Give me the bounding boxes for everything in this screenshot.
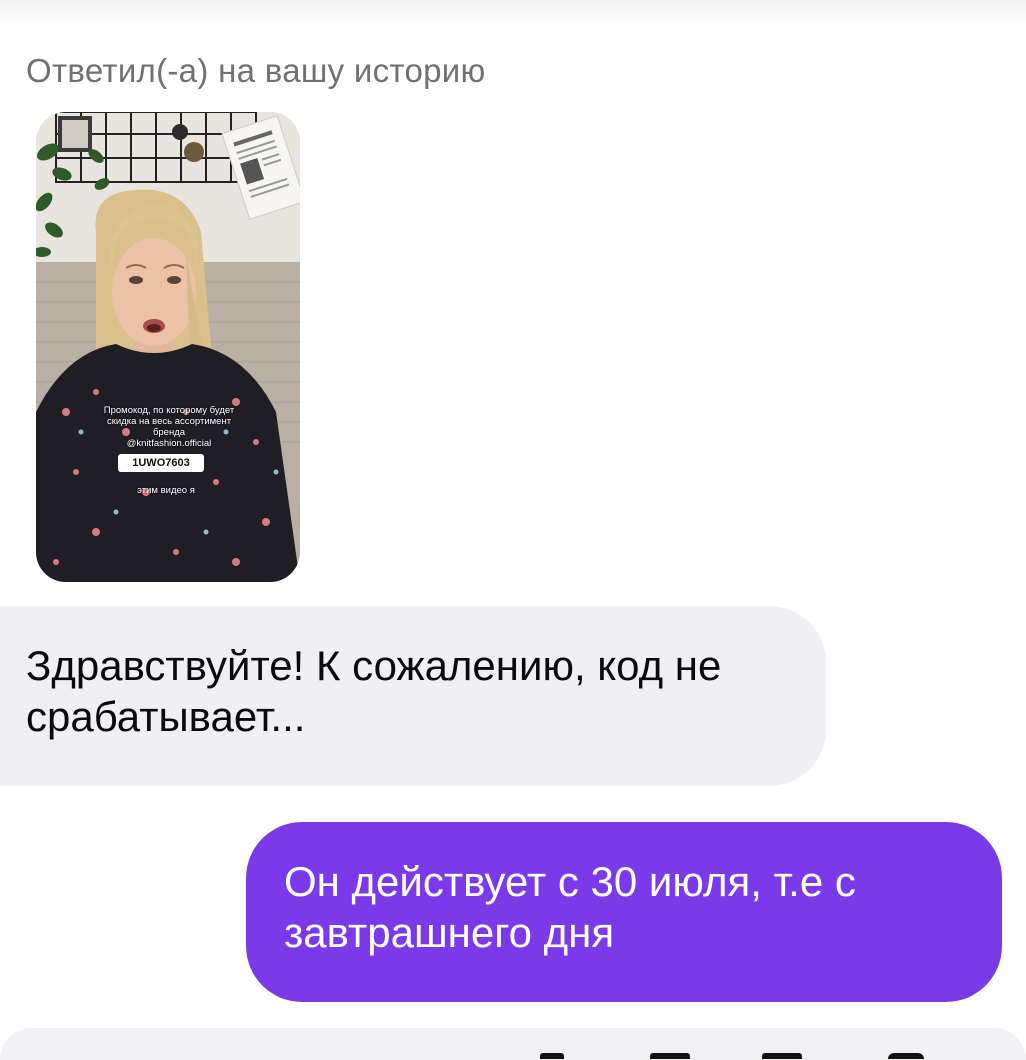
story-overlay-text: Промокод, по которому будет скидка на ве… [76, 405, 262, 449]
story-reply-caption: Ответил(-а) на вашу историю [26, 52, 486, 89]
story-promo-code: 1UWO7603 [118, 454, 204, 472]
chat-screen: Ответил(-а) на вашу историю Промокод, по… [0, 0, 1026, 1060]
mic-icon[interactable] [540, 1053, 564, 1059]
story-overlay-line: @knitfashion.official [126, 438, 212, 449]
message-text: Здравствуйте! К сожалению, код не срабат… [26, 642, 722, 740]
story-tail-text: этим видео я [137, 485, 195, 496]
outgoing-message-bubble[interactable]: Он действует с 30 июля, т.е с завтрашнег… [246, 822, 1002, 1002]
top-fade [0, 0, 1026, 28]
story-overlay-line: Промокод, по которому будет [103, 405, 235, 416]
message-text: Он действует с 30 июля, т.е с завтрашнег… [284, 858, 856, 956]
story-preview[interactable]: Промокод, по которому будет скидка на ве… [36, 112, 300, 582]
message-input-bar[interactable] [0, 1028, 1026, 1060]
story-overlay-line: скидка на весь ассортимент [106, 416, 232, 427]
incoming-message-bubble[interactable]: Здравствуйте! К сожалению, код не срабат… [0, 606, 826, 786]
add-icon[interactable] [888, 1053, 924, 1059]
sticker-icon[interactable] [762, 1053, 802, 1059]
gallery-icon[interactable] [650, 1053, 690, 1059]
story-overlay-line: бренда [152, 427, 186, 438]
story-thumbnail-image [36, 112, 300, 582]
